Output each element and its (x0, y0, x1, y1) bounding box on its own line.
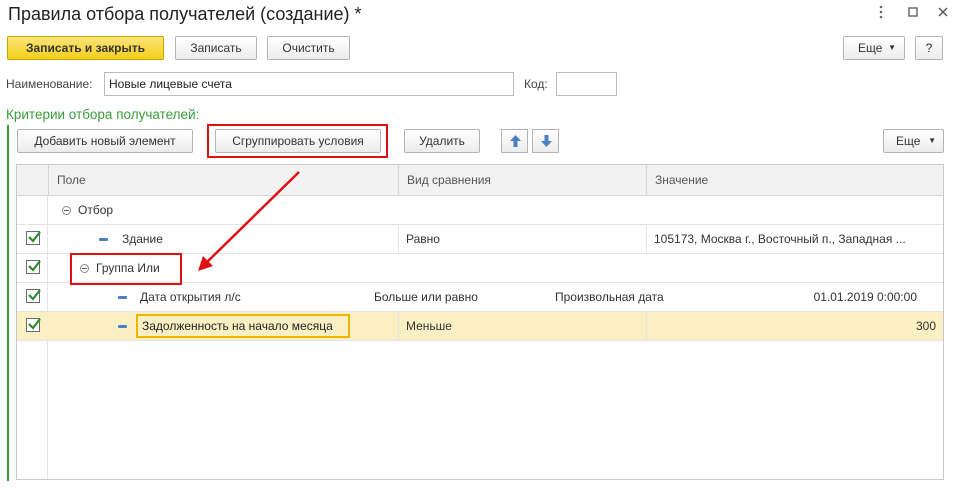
collapse-icon[interactable] (62, 206, 71, 215)
row-value[interactable]: 300 (777, 312, 936, 340)
save-button[interactable]: Записать (175, 36, 257, 60)
code-field[interactable] (556, 72, 617, 96)
delete-button[interactable]: Удалить (404, 129, 480, 153)
table-row-selected[interactable]: Задолженность на начало месяца Меньше 30… (17, 312, 943, 341)
row-checkbox[interactable] (26, 260, 41, 274)
condition-icon (118, 296, 127, 299)
arrow-down-icon (541, 135, 552, 147)
move-up-button[interactable] (501, 129, 528, 153)
criteria-section-title: Критерии отбора получателей: (6, 107, 200, 122)
table-row[interactable]: Группа Или (17, 254, 943, 283)
row-checkbox[interactable] (26, 289, 41, 303)
row-checkbox[interactable] (26, 318, 41, 332)
row-comparison[interactable]: Меньше (406, 312, 452, 340)
table-row[interactable]: Здание Равно 105173, Москва г., Восточны… (17, 225, 943, 254)
row-comparison[interactable]: Больше или равно (374, 283, 478, 311)
vertical-ellipsis-icon[interactable] (873, 4, 889, 20)
more-button[interactable]: Еще ▼ (843, 36, 905, 60)
column-header-field[interactable]: Поле (48, 165, 398, 196)
checkmark-icon (28, 318, 41, 330)
row-comparison[interactable]: Равно (406, 225, 440, 253)
row-field: Дата открытия л/с (140, 290, 241, 304)
column-header-value[interactable]: Значение (646, 165, 943, 196)
more-button-label: Еще (858, 41, 883, 55)
help-button[interactable]: ? (915, 36, 943, 60)
checkmark-icon (28, 260, 41, 272)
collapse-icon[interactable] (80, 264, 89, 273)
arrow-up-icon (510, 135, 521, 147)
row-field: Группа Или (96, 261, 160, 275)
criteria-table[interactable]: Поле Вид сравнения Значение Отбор Здание… (16, 164, 944, 480)
chevron-down-icon: ▼ (928, 136, 936, 145)
move-down-button[interactable] (532, 129, 559, 153)
section-accent-bar (7, 125, 9, 481)
chevron-down-icon: ▼ (888, 43, 896, 52)
add-element-button[interactable]: Добавить новый элемент (17, 129, 193, 153)
maximize-icon[interactable] (905, 4, 921, 20)
condition-icon (99, 238, 108, 241)
criteria-more-button[interactable]: Еще ▼ (883, 129, 944, 153)
column-header-comparison[interactable]: Вид сравнения (398, 165, 646, 196)
checkmark-icon (28, 231, 41, 243)
row-field: Здание (122, 232, 163, 246)
code-label: Код: (524, 77, 548, 91)
row-value-kind[interactable]: Произвольная дата (555, 283, 664, 311)
table-header: Поле Вид сравнения Значение (17, 165, 943, 196)
condition-icon (118, 325, 127, 328)
table-row[interactable]: Дата открытия л/с Больше или равно Произ… (17, 283, 943, 312)
window-title: Правила отбора получателей (создание) * (8, 4, 362, 24)
criteria-more-label: Еще (896, 134, 921, 148)
row-checkbox[interactable] (26, 231, 41, 245)
row-value[interactable]: 01.01.2019 0:00:00 (777, 283, 917, 311)
table-row[interactable]: Отбор (17, 196, 943, 225)
row-value[interactable]: 105173, Москва г., Восточный п., Западна… (654, 225, 938, 253)
close-icon[interactable] (935, 4, 951, 20)
checkmark-icon (28, 289, 41, 301)
row-field[interactable]: Задолженность на начало месяца (136, 314, 350, 338)
row-field: Отбор (78, 203, 114, 217)
name-label: Наименование: (6, 77, 93, 91)
clear-button[interactable]: Очистить (267, 36, 350, 60)
group-conditions-button[interactable]: Сгруппировать условия (215, 129, 381, 153)
save-and-close-button[interactable]: Записать и закрыть (7, 36, 164, 60)
name-field[interactable]: Новые лицевые счета (104, 72, 514, 96)
